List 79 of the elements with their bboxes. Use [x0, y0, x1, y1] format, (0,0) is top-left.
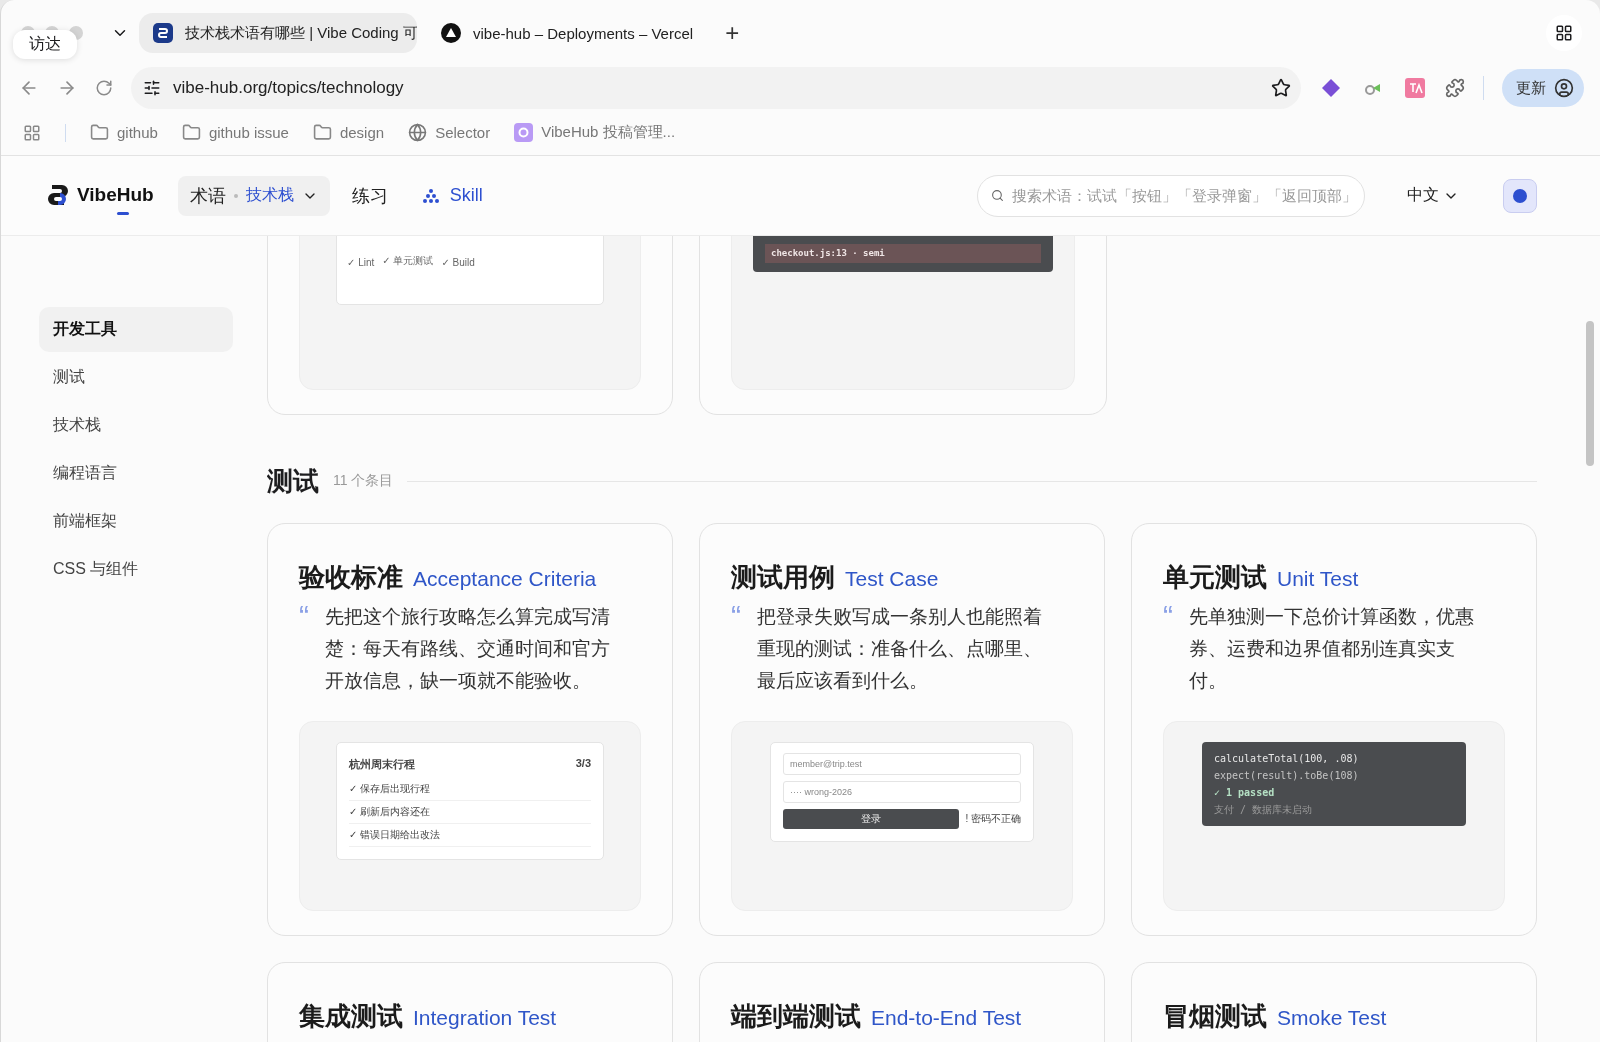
tooltip: 访达 [13, 30, 77, 59]
tab-overview-icon[interactable] [1546, 15, 1582, 51]
address-bar[interactable]: vibe-hub.org/topics/technology [131, 67, 1301, 109]
term-english: End-to-End Test [871, 1006, 1022, 1030]
quote-mark: “ [731, 601, 742, 634]
item-count: 11 个条目 [333, 472, 394, 490]
check-label: ✓ 单元测试 [382, 254, 434, 268]
term-english: Acceptance Criteria [413, 567, 597, 591]
apps-icon[interactable] [23, 123, 41, 142]
section-title: 测试 [267, 464, 319, 498]
login-button[interactable]: 登录 [783, 809, 960, 829]
quote-mark: “ [1163, 601, 1174, 634]
term-english: Smoke Test [1277, 1006, 1387, 1030]
checklist-item: ✓ 错误日期给出改法 [349, 824, 591, 847]
url-text: vibe-hub.org/topics/technology [173, 78, 405, 98]
term-english: Unit Test [1277, 567, 1359, 591]
checklist-title: 杭州周末行程 [349, 757, 415, 772]
browser-tab[interactable]: 技术栈术语有哪些 | Vibe Coding 可 [139, 13, 417, 53]
code-line: ✓ 1 passed [1214, 786, 1276, 799]
site-settings-icon[interactable] [143, 79, 161, 97]
sidebar-item[interactable]: CSS 与组件 [39, 547, 233, 592]
profile-icon [1554, 78, 1574, 98]
code-line: 支付 / 数据库未启动 [1214, 803, 1314, 816]
checklist-item: ✓ 刷新后内容还在 [349, 801, 591, 824]
term-title: 测试用例 [731, 561, 835, 594]
sidebar-item[interactable]: 前端框架 [39, 499, 233, 544]
sidebar-item[interactable]: 开发工具 [39, 307, 233, 352]
translate-icon[interactable] [1403, 76, 1427, 100]
sidebar-item[interactable]: 编程语言 [39, 451, 233, 496]
skill-link[interactable]: Skill [409, 175, 495, 216]
email-field[interactable]: member@trip.test [783, 753, 1021, 775]
check-label: ✓ Lint [347, 257, 375, 268]
bookmark[interactable]: github issue [181, 123, 289, 142]
error-message: ! 密码不正确 [965, 812, 1021, 826]
code-line: expect(result).toBe(108) [1214, 769, 1360, 782]
dots-triangle-icon [421, 187, 440, 204]
search-field[interactable]: 搜索术语：试试「按钮」「登录弹窗」「返回顶部」 [977, 174, 1365, 217]
password-field[interactable]: ···· wrong-2026 [783, 781, 1021, 803]
term-title: 单元测试 [1163, 561, 1267, 594]
update-button[interactable]: 更新 [1502, 69, 1584, 107]
bookmark[interactable]: VibeHub 投稿管理... [514, 123, 676, 142]
extensions-icon[interactable] [1445, 78, 1465, 98]
checklist-item: ✓ 保存后出现行程 [349, 778, 591, 801]
bookmark[interactable]: design [312, 123, 385, 142]
term-example: 先单独测一下总价计算函数，优惠券、运费和边界值都别连真实支付。 [1189, 605, 1475, 693]
language-dropdown[interactable]: 中文 [1401, 184, 1465, 207]
code-line: calculateTotal(100, .08) [1214, 752, 1360, 765]
bookmark[interactable]: Selector [408, 123, 491, 142]
reload-icon[interactable] [95, 79, 113, 97]
nav-link[interactable]: 练习 [339, 175, 400, 216]
logo-icon [47, 183, 69, 206]
folder-icon [90, 123, 109, 142]
site-logo-icon [153, 23, 173, 43]
checklist-count: 3/3 [575, 757, 591, 771]
quote-mark: “ [299, 601, 310, 634]
term-english: Integration Test [413, 1006, 557, 1030]
sidebar-item[interactable]: 技术栈 [39, 403, 233, 448]
theme-button[interactable] [1503, 178, 1537, 213]
check-label: ✓ Build [441, 257, 475, 268]
globe-icon [408, 123, 428, 142]
folder-icon [312, 123, 332, 142]
term-example: 先把这个旅行攻略怎么算完成写清楚：每天有路线、交通时间和官方开放信息，缺一项就不能验收。 [325, 605, 611, 693]
search-icon [991, 188, 1004, 202]
terms-dropdown[interactable]: 术语 技术栈 [177, 175, 330, 216]
term-title: 集成测试 [299, 1000, 403, 1033]
new-tab-button[interactable]: + [717, 19, 748, 47]
app-icon [514, 123, 534, 142]
scrollbar[interactable] [1586, 321, 1594, 466]
browser-tab[interactable]: vibe-hub – Deployments – Vercel [427, 13, 708, 53]
term-title: 验收标准 [299, 561, 403, 594]
term-example: 把登录失败写成一条别人也能照着重现的测试：准备什么、点哪里、最后应该看到什么。 [757, 605, 1043, 693]
term-english: Test Case [845, 567, 939, 591]
bookmark[interactable]: github [90, 123, 158, 142]
sidebar-item[interactable]: 测试 [39, 355, 233, 400]
term-title: 端到端测试 [731, 1000, 861, 1033]
term-title: 冒烟测试 [1163, 1000, 1267, 1033]
site-logo[interactable]: VibeHub [47, 176, 154, 215]
bookmark-star-icon[interactable] [1271, 78, 1291, 98]
folder-icon [181, 123, 201, 142]
